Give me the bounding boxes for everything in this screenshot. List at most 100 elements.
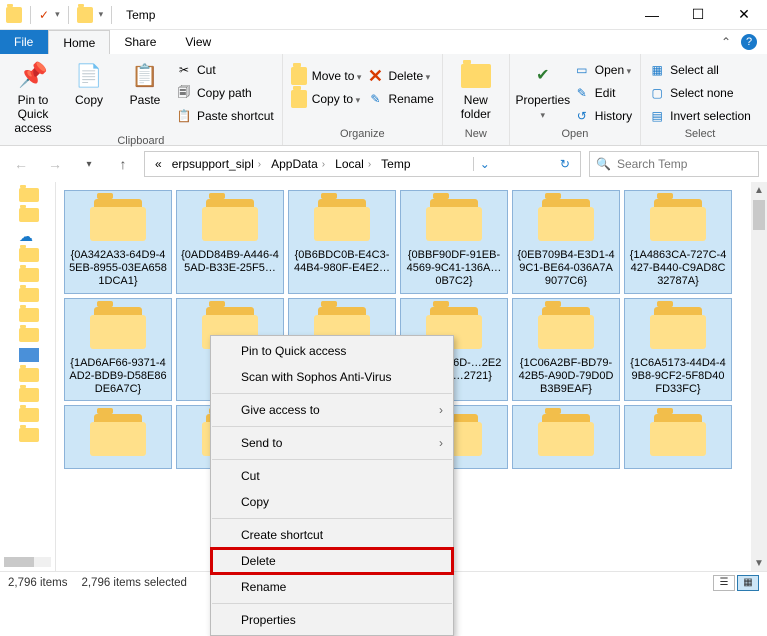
folder-icon	[200, 197, 260, 243]
invert-selection-icon: ▤	[649, 108, 665, 124]
qat-dropdown-icon[interactable]: ▾	[55, 9, 60, 20]
paste-shortcut-button[interactable]: 📋Paste shortcut	[176, 106, 274, 126]
cut-button[interactable]: ✂Cut	[176, 60, 274, 80]
menu-rename[interactable]: Rename	[211, 574, 453, 600]
maximize-button[interactable]: ☐	[675, 0, 721, 30]
folder-icon[interactable]	[19, 248, 39, 262]
open-button[interactable]: ▭Open	[574, 60, 632, 80]
scroll-up-icon[interactable]: ▲	[751, 182, 767, 198]
folder-item[interactable]: {0A342A33-64D9-45EB-8955-03EA6581DCA1}	[64, 190, 172, 294]
folder-name: {1A4863CA-727C-4427-B440-C9AD8C32787A}	[627, 249, 729, 289]
new-folder-button[interactable]: New folder	[451, 58, 501, 122]
folder-item[interactable]: {0ADD84B9-A446-45AD-B33E-25F5…	[176, 190, 284, 294]
folder-item[interactable]	[512, 405, 620, 469]
ribbon-tabs: File Home Share View ⌃ ?	[0, 30, 767, 54]
folder-item[interactable]: {1AD6AF66-9371-4AD2-BDB9-D58E86DE6A7C}	[64, 298, 172, 402]
back-button[interactable]: ←	[8, 151, 34, 177]
folder-icon[interactable]	[19, 308, 39, 322]
folder-item[interactable]: {1C06A2BF-BD79-42B5-A90D-79D0DB3B9EAF}	[512, 298, 620, 402]
menu-properties[interactable]: Properties	[211, 607, 453, 633]
folder-item[interactable]: {1A4863CA-727C-4427-B440-C9AD8C32787A}	[624, 190, 732, 294]
breadcrumb-segment[interactable]: AppData›	[267, 157, 329, 171]
breadcrumb-segment[interactable]: «	[151, 157, 166, 171]
select-all-button[interactable]: ▦Select all	[649, 60, 751, 80]
search-box[interactable]: 🔍 Search Temp	[589, 151, 759, 177]
address-dropdown-icon[interactable]: ⌄	[473, 157, 496, 171]
folder-item[interactable]: {0EB709B4-E3D1-49C1-BE64-036A7A9077C6}	[512, 190, 620, 294]
folder-icon[interactable]	[19, 268, 39, 282]
close-button[interactable]: ✕	[721, 0, 767, 30]
menu-send-to[interactable]: Send to›	[211, 430, 453, 456]
scrollbar-thumb[interactable]	[753, 200, 765, 230]
status-selected-count: 2,796 items selected	[81, 577, 200, 589]
address-bar[interactable]: « erpsupport_sipl› AppData› Local› Temp …	[144, 151, 581, 177]
group-label: Clipboard	[8, 135, 274, 147]
address-bar-row: ← → ▾ ↑ « erpsupport_sipl› AppData› Loca…	[0, 146, 767, 182]
folder-icon[interactable]	[19, 408, 39, 422]
menu-pin-to-quick-access[interactable]: Pin to Quick access	[211, 338, 453, 364]
up-button[interactable]: ↑	[110, 151, 136, 177]
folder-icon[interactable]	[19, 188, 39, 202]
recent-locations-button[interactable]: ▾	[76, 151, 102, 177]
move-to-button[interactable]: Move to	[291, 66, 362, 86]
vertical-scrollbar[interactable]: ▲ ▼	[751, 182, 767, 571]
new-folder-icon	[460, 60, 492, 92]
group-label: Open	[518, 128, 632, 144]
copy-button[interactable]: 📄 Copy	[64, 58, 114, 108]
menu-copy[interactable]: Copy	[211, 489, 453, 515]
folder-icon[interactable]	[19, 368, 39, 382]
history-button[interactable]: ↺History	[574, 106, 632, 126]
menu-cut[interactable]: Cut	[211, 463, 453, 489]
tab-view[interactable]: View	[171, 30, 226, 54]
tab-file[interactable]: File	[0, 30, 48, 54]
qat-dropdown-icon[interactable]: ▾	[99, 9, 104, 20]
menu-create-shortcut[interactable]: Create shortcut	[211, 522, 453, 548]
help-icon[interactable]: ?	[741, 34, 757, 50]
menu-delete[interactable]: Delete	[211, 548, 453, 574]
delete-button[interactable]: ✕Delete	[367, 66, 433, 86]
folder-icon[interactable]	[19, 288, 39, 302]
view-large-icons-button[interactable]: ▦	[737, 575, 759, 591]
quick-access-toolbar: ✓ ▾ ▾	[0, 6, 120, 24]
folder-icon[interactable]	[19, 328, 39, 342]
refresh-icon[interactable]: ↻	[554, 157, 576, 171]
nav-horizontal-scrollbar[interactable]	[4, 557, 51, 567]
tab-home[interactable]: Home	[48, 30, 110, 54]
invert-selection-button[interactable]: ▤Invert selection	[649, 106, 751, 126]
folder-icon[interactable]	[19, 428, 39, 442]
forward-button[interactable]: →	[42, 151, 68, 177]
paste-button[interactable]: 📋 Paste	[120, 58, 170, 108]
folder-icon	[77, 7, 93, 23]
tab-share[interactable]: Share	[110, 30, 171, 54]
breadcrumb-segment[interactable]: Temp	[377, 157, 414, 171]
folder-icon[interactable]	[19, 208, 39, 222]
edit-button[interactable]: ✎Edit	[574, 83, 632, 103]
search-icon: 🔍	[596, 157, 611, 171]
folder-item[interactable]: {0BBF90DF-91EB-4569-9C41-136A…0B7C2}	[400, 190, 508, 294]
minimize-button[interactable]: —	[629, 0, 675, 30]
breadcrumb-segment[interactable]: erpsupport_sipl›	[168, 157, 265, 171]
copy-path-button[interactable]: 🗐Copy path	[176, 83, 274, 103]
folder-item[interactable]: {0B6BDC0B-E4C3-44B4-980F-E4E2…	[288, 190, 396, 294]
navigation-pane[interactable]: ☁	[0, 182, 56, 571]
properties-button[interactable]: ✔ Properties	[518, 58, 568, 122]
collapse-ribbon-icon[interactable]: ⌃	[721, 35, 731, 49]
folder-item[interactable]	[64, 405, 172, 469]
menu-scan-sophos[interactable]: Scan with Sophos Anti-Virus	[211, 364, 453, 390]
folder-item[interactable]: {1C6A5173-44D4-49B8-9CF2-5F8D40FD33FC}	[624, 298, 732, 402]
rename-button[interactable]: ✎Rename	[367, 89, 433, 109]
pin-to-quick-access-button[interactable]: 📌 Pin to Quick access	[8, 58, 58, 135]
folder-icon[interactable]	[19, 388, 39, 402]
this-pc-icon[interactable]	[19, 348, 39, 362]
onedrive-icon[interactable]: ☁	[19, 228, 39, 242]
edit-icon: ✎	[574, 85, 590, 101]
copy-to-button[interactable]: Copy to	[291, 89, 362, 109]
scroll-down-icon[interactable]: ▼	[751, 555, 767, 571]
folder-item[interactable]	[624, 405, 732, 469]
qat-check-icon[interactable]: ✓	[39, 8, 49, 22]
breadcrumb-segment[interactable]: Local›	[331, 157, 375, 171]
status-item-count: 2,796 items	[8, 577, 81, 589]
select-none-button[interactable]: ▢Select none	[649, 83, 751, 103]
menu-give-access-to[interactable]: Give access to›	[211, 397, 453, 423]
view-details-button[interactable]: ☰	[713, 575, 735, 591]
